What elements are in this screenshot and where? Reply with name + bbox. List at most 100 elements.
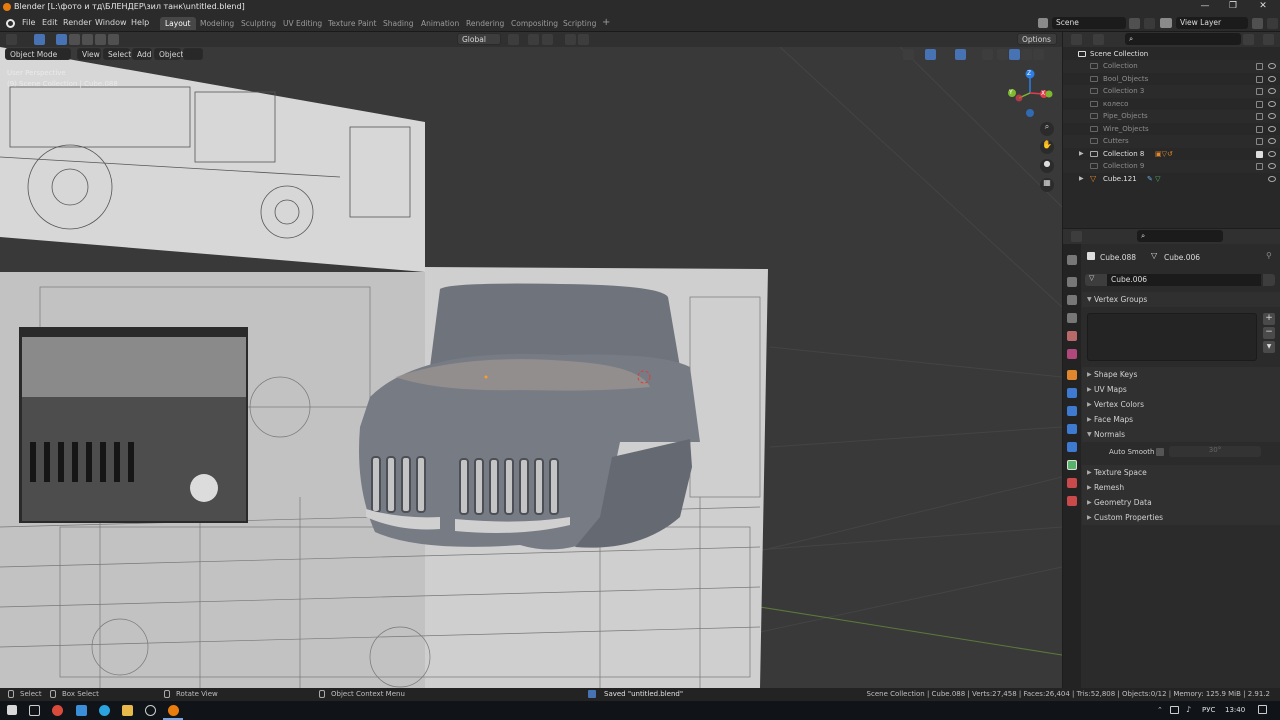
xray-toggle-icon[interactable] (982, 49, 993, 60)
outliner-item[interactable]: ▶ ▽ Cube.121 ✎ ▽ (1063, 173, 1280, 186)
exclude-checkbox[interactable] (1256, 138, 1263, 145)
outliner-item[interactable]: Cutters (1063, 135, 1280, 148)
show-gizmo-icon[interactable] (925, 49, 936, 60)
exclude-checkbox[interactable] (1256, 150, 1263, 158)
expand-arrow-icon[interactable]: ▶ (1079, 150, 1084, 157)
shading-material-icon[interactable] (1021, 49, 1032, 60)
visibility-eye-icon[interactable] (1268, 63, 1276, 69)
outliner-item[interactable]: Collection (1063, 60, 1280, 73)
remove-vertex-group-icon[interactable]: − (1263, 327, 1275, 339)
outliner-search-input[interactable]: ⌕ (1125, 33, 1241, 45)
delete-scene-icon[interactable] (1144, 18, 1155, 29)
select-subtract-icon[interactable] (82, 34, 93, 45)
menu-view[interactable]: View (77, 48, 101, 60)
scene-name-field[interactable]: Scene (1052, 17, 1126, 29)
snap-icon[interactable] (528, 34, 539, 45)
view-layer-field[interactable]: View Layer (1176, 17, 1248, 29)
vertex-groups-list[interactable] (1087, 313, 1257, 361)
blender-taskbar-icon[interactable] (168, 705, 179, 716)
pin-icon[interactable]: ⚲ (1266, 251, 1272, 260)
tray-arrow-icon[interactable]: ⌃ (1157, 706, 1163, 714)
expand-arrow-icon[interactable]: ▶ (1079, 175, 1084, 182)
proportional-edit-icon[interactable] (565, 34, 576, 45)
menu-edit[interactable]: Edit (42, 18, 58, 27)
shading-solid-icon[interactable] (1009, 49, 1020, 60)
pivot-point-icon[interactable] (508, 34, 519, 45)
task-view-icon[interactable] (29, 705, 40, 716)
add-vertex-group-icon[interactable]: + (1263, 313, 1275, 325)
outliner-item[interactable]: Wire_Objects (1063, 123, 1280, 136)
camera-view-icon[interactable]: ● (1040, 159, 1054, 173)
blender-menu-icon[interactable] (6, 19, 15, 28)
delete-view-layer-icon[interactable] (1267, 18, 1278, 29)
show-overlays-icon[interactable] (955, 49, 966, 60)
select-extend-icon[interactable] (69, 34, 80, 45)
outliner-root-row[interactable]: Scene Collection (1063, 48, 1280, 61)
visibility-eye-icon[interactable] (1268, 175, 1276, 182)
render-tab-icon[interactable] (1067, 277, 1077, 287)
tab-compositing[interactable]: Compositing (506, 17, 563, 30)
shading-rendered-icon[interactable] (1033, 49, 1044, 60)
maximize-button[interactable]: ❐ (1220, 1, 1246, 14)
snap-target-icon[interactable] (542, 34, 553, 45)
transform-orientation-dropdown[interactable]: Global (457, 33, 501, 45)
minimize-button[interactable]: — (1192, 1, 1218, 14)
chrome-icon[interactable] (52, 705, 63, 716)
visibility-eye-icon[interactable] (1268, 100, 1276, 107)
material-tab-icon[interactable] (1067, 478, 1077, 488)
vertex-group-specials-icon[interactable]: ▼ (1263, 341, 1275, 353)
tab-rendering[interactable]: Rendering (461, 17, 509, 30)
menu-help[interactable]: Help (131, 18, 149, 27)
proportional-falloff-icon[interactable] (578, 34, 589, 45)
mesh-browse-icon[interactable]: ▽ (1085, 274, 1107, 286)
outliner-item[interactable]: Collection 9 (1063, 160, 1280, 173)
shading-wireframe-icon[interactable] (997, 49, 1008, 60)
extra-options-icon[interactable] (183, 48, 203, 60)
status-message[interactable]: Saved "untitled.blend" (604, 690, 683, 698)
mesh-data-field[interactable]: Cube.006 (1107, 274, 1261, 286)
browser-icon[interactable] (76, 705, 87, 716)
tab-uv-editing[interactable]: UV Editing (278, 17, 327, 30)
tab-sculpting[interactable]: Sculpting (236, 17, 281, 30)
outliner-editor-type-icon[interactable] (1071, 34, 1082, 45)
display-mode-icon[interactable] (1093, 34, 1104, 45)
tool-tab-icon[interactable] (1067, 255, 1077, 265)
output-tab-icon[interactable] (1067, 295, 1077, 305)
exclude-checkbox[interactable] (1256, 125, 1263, 133)
child-items-icon[interactable]: ▣▽↺ (1155, 150, 1181, 158)
select-intersect-icon[interactable] (108, 34, 119, 45)
object-tab-icon[interactable] (1067, 370, 1077, 380)
add-workspace-button[interactable]: + (597, 15, 615, 28)
language-indicator[interactable]: РУС (1202, 706, 1215, 714)
filter-icon[interactable] (1243, 34, 1254, 45)
zoom-icon[interactable]: ⌕ (1040, 122, 1054, 136)
mesh-data-tab-icon[interactable] (1067, 460, 1077, 470)
visibility-eye-icon[interactable] (1268, 150, 1276, 157)
volume-icon[interactable]: ♪ (1186, 705, 1191, 714)
exclude-checkbox[interactable] (1256, 100, 1263, 108)
exclude-checkbox[interactable] (1256, 88, 1263, 95)
properties-search-input[interactable]: ⌕ (1137, 230, 1223, 242)
child-items-icon[interactable]: ✎ ▽ (1147, 175, 1173, 183)
3d-viewport[interactable]: User Perspective (9) Scene Collection | … (0, 47, 1062, 688)
auto-smooth-checkbox[interactable] (1156, 448, 1164, 456)
network-icon[interactable] (1170, 706, 1179, 714)
scene-tab-icon[interactable] (1067, 331, 1077, 341)
exclude-checkbox[interactable] (1256, 163, 1263, 170)
select-box-mode-icon[interactable] (56, 34, 67, 45)
exclude-checkbox[interactable] (1256, 113, 1263, 120)
tab-shading[interactable]: Shading (378, 17, 418, 30)
breadcrumb-object[interactable]: Cube.088 (1100, 253, 1136, 262)
tab-texture-paint[interactable]: Texture Paint (323, 17, 381, 30)
tab-layout[interactable]: Layout (160, 17, 196, 30)
outliner-item[interactable]: Bool_Objects (1063, 73, 1280, 86)
menu-add[interactable]: Add (132, 48, 152, 60)
constraints-tab-icon[interactable] (1067, 442, 1077, 452)
app-icon[interactable] (145, 705, 156, 716)
view-object-types-icon[interactable] (903, 49, 914, 60)
scene-icon[interactable] (1038, 18, 1048, 28)
visibility-eye-icon[interactable] (1268, 125, 1276, 132)
new-collection-icon[interactable] (1263, 34, 1274, 45)
select-difference-icon[interactable] (95, 34, 106, 45)
close-button[interactable]: ✕ (1250, 1, 1276, 14)
